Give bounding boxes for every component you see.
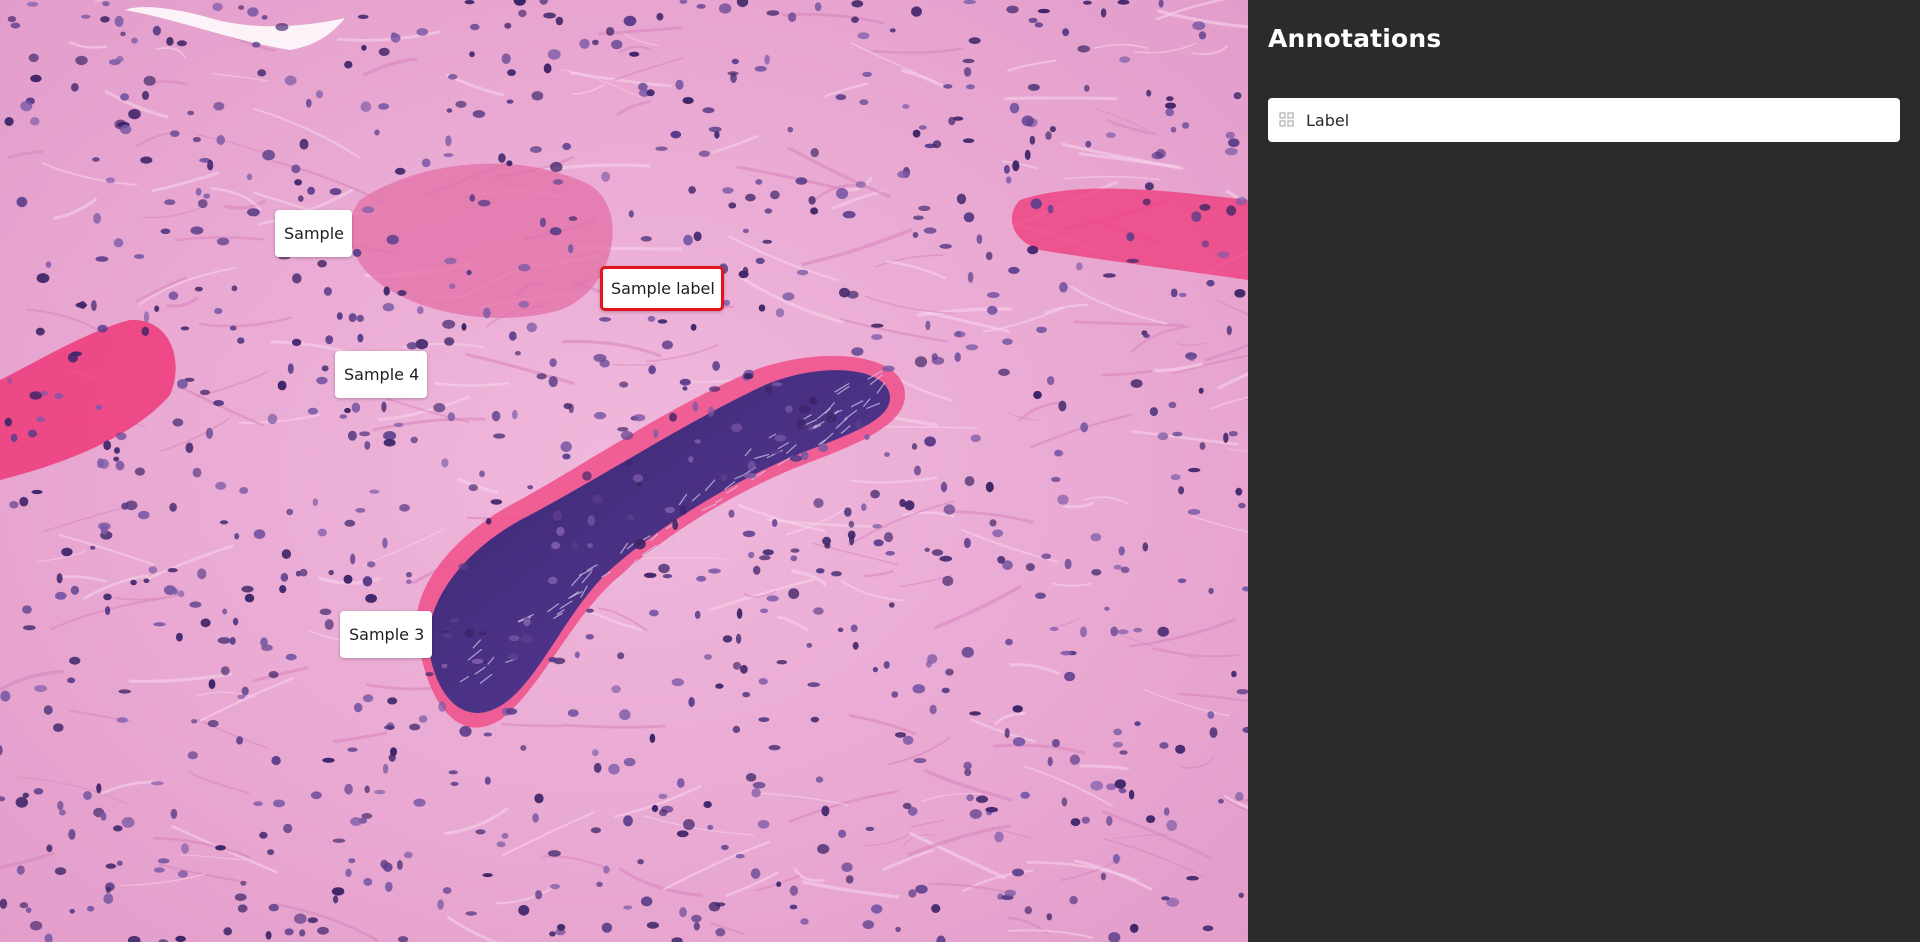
grid-icon	[1278, 111, 1296, 129]
annotation-label-sample-3[interactable]: Sample 3	[340, 611, 433, 658]
label-input-value: Label	[1306, 110, 1350, 130]
annotation-label-sample-label[interactable]: Sample label	[600, 266, 724, 311]
tissue-image[interactable]	[0, 0, 1248, 942]
panel-title: Annotations	[1268, 24, 1442, 53]
annotation-label-sample[interactable]: Sample	[275, 210, 352, 257]
annotations-panel: Annotations Label	[1248, 0, 1920, 942]
slide-viewer[interactable]: Sample Sample label Sample 4 Sample 3	[0, 0, 1248, 942]
annotation-label-sample-4[interactable]: Sample 4	[335, 351, 428, 398]
app-window: Sample Sample label Sample 4 Sample 3 An…	[0, 0, 1920, 942]
label-input[interactable]: Label	[1268, 98, 1900, 142]
